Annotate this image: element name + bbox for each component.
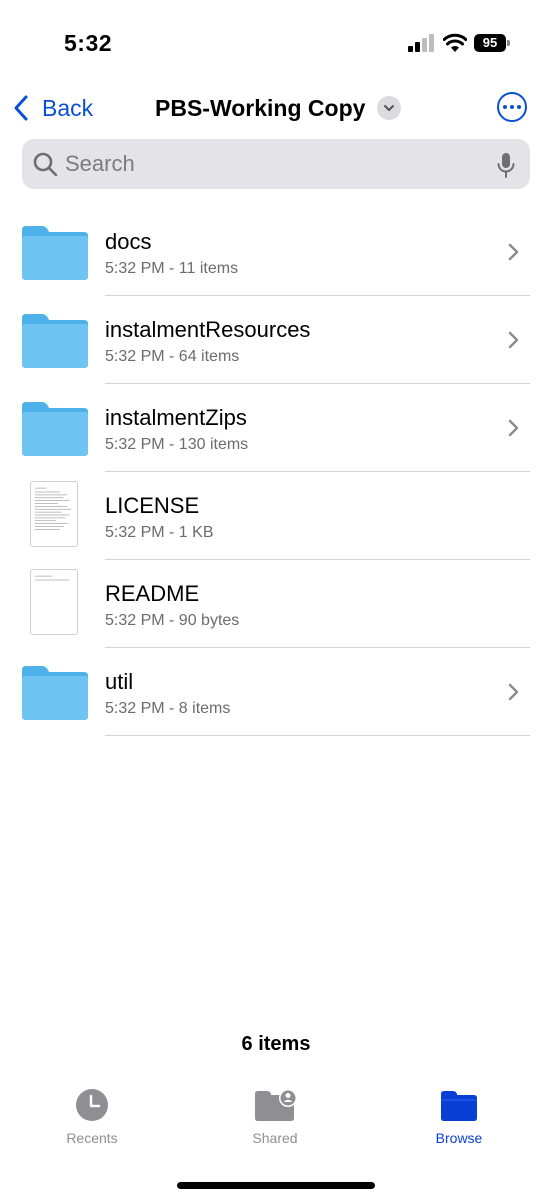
- search-icon: [33, 152, 58, 177]
- list-item[interactable]: instalmentResources 5:32 PM - 64 items: [0, 296, 552, 384]
- battery-icon: 95: [474, 34, 510, 52]
- folder-icon: [22, 402, 88, 456]
- file-name: docs: [105, 229, 152, 254]
- back-button[interactable]: Back: [12, 92, 93, 124]
- file-meta: 5:32 PM - 64 items: [105, 348, 240, 365]
- search-bar: [22, 139, 530, 189]
- tab-label: Recents: [66, 1130, 118, 1146]
- home-indicator: [177, 1182, 375, 1189]
- tab-label: Shared: [252, 1130, 298, 1146]
- folder-icon: [441, 1091, 477, 1121]
- folder-icon: [22, 226, 88, 280]
- file-name: instalmentResources: [105, 317, 311, 342]
- chevron-right-icon: [508, 243, 519, 261]
- divider: [105, 735, 530, 736]
- chevron-left-icon: [14, 95, 28, 121]
- file-meta: 5:32 PM - 130 items: [105, 436, 249, 453]
- cellular-signal-icon: [408, 34, 434, 52]
- page-title: PBS-Working Copy: [155, 94, 366, 121]
- list-item[interactable]: docs 5:32 PM - 11 items: [0, 208, 552, 296]
- tab-browse[interactable]: Browse: [399, 1088, 519, 1146]
- shared-folder-icon: [255, 1089, 297, 1121]
- file-meta: 5:32 PM - 8 items: [105, 700, 231, 717]
- file-list: docs 5:32 PM - 11 items instalmentResour…: [0, 208, 552, 736]
- microphone-icon[interactable]: [496, 151, 516, 179]
- chevron-down-icon[interactable]: [377, 96, 402, 120]
- title-menu[interactable]: PBS-Working Copy: [155, 92, 402, 124]
- list-item[interactable]: instalmentZips 5:32 PM - 130 items: [0, 384, 552, 472]
- clock-icon: [76, 1089, 108, 1121]
- status-bar: 5:32 95: [0, 0, 552, 80]
- folder-icon: [22, 666, 88, 720]
- tab-shared[interactable]: Shared: [215, 1088, 335, 1146]
- battery-level: 95: [474, 34, 506, 52]
- tab-bar: Recents Shared Browse: [0, 1088, 552, 1158]
- folder-icon: [22, 314, 88, 368]
- file-meta: 5:32 PM - 1 KB: [105, 524, 214, 541]
- status-time: 5:32: [64, 30, 113, 56]
- list-item[interactable]: util 5:32 PM - 8 items: [0, 648, 552, 736]
- chevron-right-icon: [508, 419, 519, 437]
- list-item[interactable]: LICENSE 5:32 PM - 1 KB: [0, 472, 552, 560]
- file-name: instalmentZips: [105, 405, 247, 430]
- tab-label: Browse: [435, 1130, 483, 1146]
- navigation-bar: Back PBS-Working Copy: [0, 84, 552, 132]
- list-item[interactable]: README 5:32 PM - 90 bytes: [0, 560, 552, 648]
- chevron-right-icon: [508, 331, 519, 349]
- file-name: LICENSE: [105, 493, 200, 518]
- chevron-right-icon: [508, 683, 519, 701]
- document-thumbnail-icon: [30, 481, 78, 547]
- file-meta: 5:32 PM - 11 items: [105, 260, 239, 277]
- more-options-button[interactable]: [497, 92, 527, 122]
- document-thumbnail-icon: [30, 569, 78, 635]
- back-label: Back: [42, 94, 94, 121]
- file-meta: 5:32 PM - 90 bytes: [105, 612, 240, 629]
- file-name: util: [105, 669, 134, 694]
- wifi-icon: [443, 33, 467, 52]
- item-count: 6 items: [241, 1033, 311, 1055]
- search-input[interactable]: [65, 139, 485, 189]
- file-name: README: [105, 581, 200, 606]
- tab-recents[interactable]: Recents: [32, 1088, 152, 1146]
